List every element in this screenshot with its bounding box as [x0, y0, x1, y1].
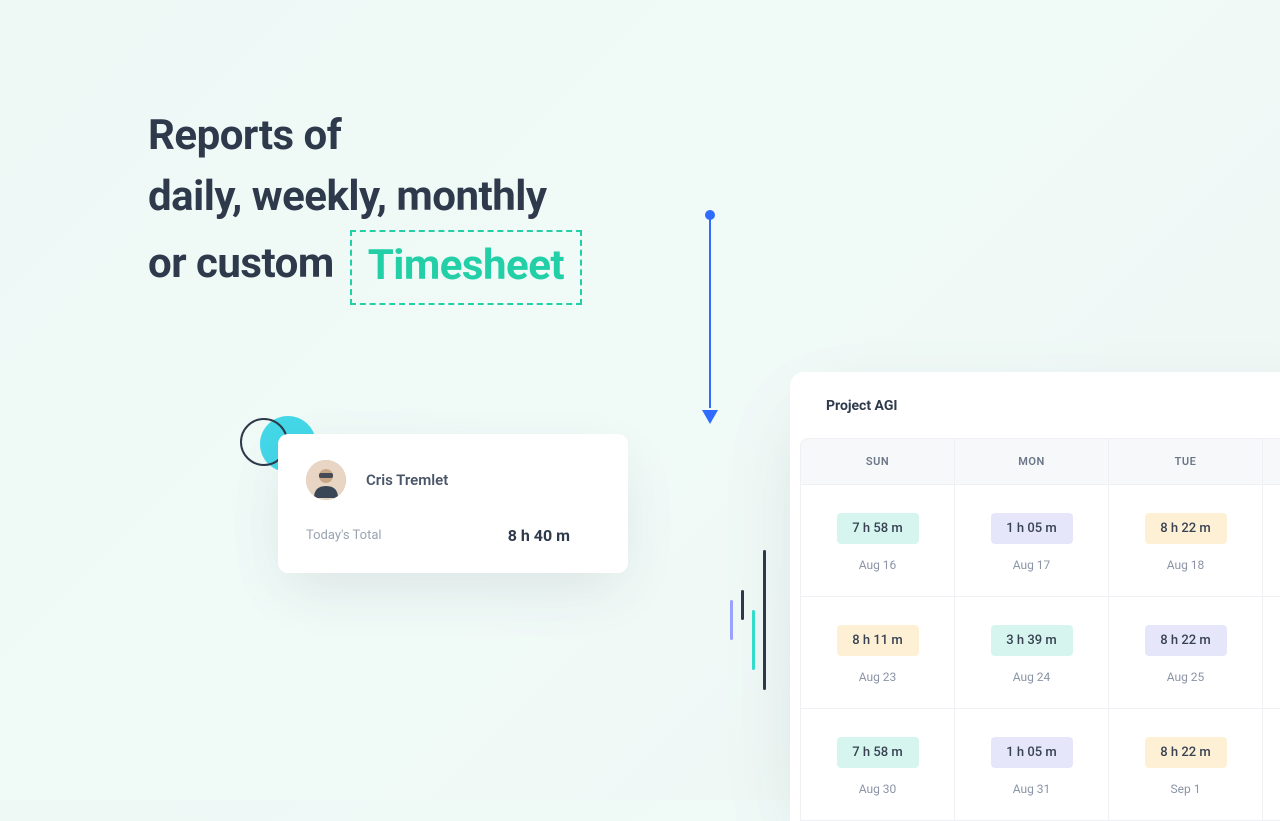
headline-line-3: or custom Timesheet	[148, 228, 582, 303]
user-name: Cris Tremlet	[366, 471, 448, 489]
timesheet-cell[interactable]: 8 h 22 m Aug 18	[1109, 485, 1263, 596]
headline-line-1: Reports of	[148, 106, 582, 167]
duration-pill: 7 h 58 m	[837, 513, 919, 544]
duration-pill: 7 h 58 m	[837, 737, 919, 768]
duration-pill: 1 h 05 m	[991, 737, 1073, 768]
timesheet-cell[interactable]: 7 h 58 m Aug 30	[801, 709, 955, 820]
headline-highlight: Timesheet	[350, 230, 582, 305]
cell-date: Aug 16	[859, 558, 897, 572]
duration-pill: 8 h 22 m	[1145, 625, 1227, 656]
user-summary-card: Cris Tremlet Today's Total 8 h 40 m	[278, 434, 628, 573]
cell-date: Aug 24	[1013, 670, 1051, 684]
timesheet-header-row: SUN MON TUE	[800, 438, 1280, 485]
arrow-head-icon	[702, 410, 718, 424]
cell-date: Aug 18	[1167, 558, 1205, 572]
cell-date: Aug 31	[1013, 782, 1051, 796]
duration-pill: 1 h 05 m	[991, 513, 1073, 544]
connector-arrow	[702, 210, 718, 424]
panel-title: Project AGI	[790, 372, 1280, 438]
cell-date: Aug 23	[859, 670, 897, 684]
timesheet-row: 7 h 58 m Aug 16 1 h 05 m Aug 17 8 h 22 m…	[801, 485, 1280, 597]
timesheet-panel: Project AGI SUN MON TUE 7 h 58 m Aug 16 …	[790, 372, 1280, 821]
avatar	[306, 460, 346, 500]
today-total-label: Today's Total	[306, 528, 382, 543]
cell-date: Sep 1	[1171, 782, 1201, 796]
timesheet-cell[interactable]: 3 h 39 m Aug 24	[955, 597, 1109, 708]
col-header: TUE	[1109, 439, 1263, 484]
timesheet-body: 7 h 58 m Aug 16 1 h 05 m Aug 17 8 h 22 m…	[800, 485, 1280, 821]
mini-bar-icon	[763, 550, 766, 690]
timesheet-row: 7 h 58 m Aug 30 1 h 05 m Aug 31 8 h 22 m…	[801, 709, 1280, 821]
timesheet-cell[interactable]: 8 h 11 m Aug 23	[801, 597, 955, 708]
today-total-row: Today's Total 8 h 40 m	[306, 526, 600, 545]
duration-pill: 8 h 11 m	[837, 625, 919, 656]
mini-bar-chart-icon	[730, 530, 766, 690]
headline: Reports of daily, weekly, monthly or cus…	[148, 106, 582, 303]
cell-date: Aug 17	[1013, 558, 1051, 572]
timesheet-cell[interactable]: 8 h 22 m Sep 1	[1109, 709, 1263, 820]
user-row: Cris Tremlet	[306, 460, 600, 500]
timesheet-cell[interactable]: 1 h 05 m Aug 17	[955, 485, 1109, 596]
arrow-line-icon	[709, 218, 711, 408]
cell-date: Aug 25	[1167, 670, 1205, 684]
col-header: MON	[955, 439, 1109, 484]
timesheet-cell[interactable]: 1 h 05 m Aug 31	[955, 709, 1109, 820]
duration-pill: 8 h 22 m	[1145, 737, 1227, 768]
mini-bar-icon	[730, 600, 733, 640]
timesheet-cell[interactable]: 8 h 22 m Aug 25	[1109, 597, 1263, 708]
headline-line-2: daily, weekly, monthly	[148, 167, 582, 228]
headline-line-3-prefix: or custom	[148, 239, 334, 288]
today-total-value: 8 h 40 m	[508, 526, 570, 545]
duration-pill: 8 h 22 m	[1145, 513, 1227, 544]
mini-bar-icon	[741, 590, 744, 620]
timesheet-cell[interactable]: 7 h 58 m Aug 16	[801, 485, 955, 596]
duration-pill: 3 h 39 m	[991, 625, 1073, 656]
col-header: SUN	[801, 439, 955, 484]
mini-bar-icon	[752, 610, 755, 670]
timesheet-row: 8 h 11 m Aug 23 3 h 39 m Aug 24 8 h 22 m…	[801, 597, 1280, 709]
cell-date: Aug 30	[859, 782, 897, 796]
